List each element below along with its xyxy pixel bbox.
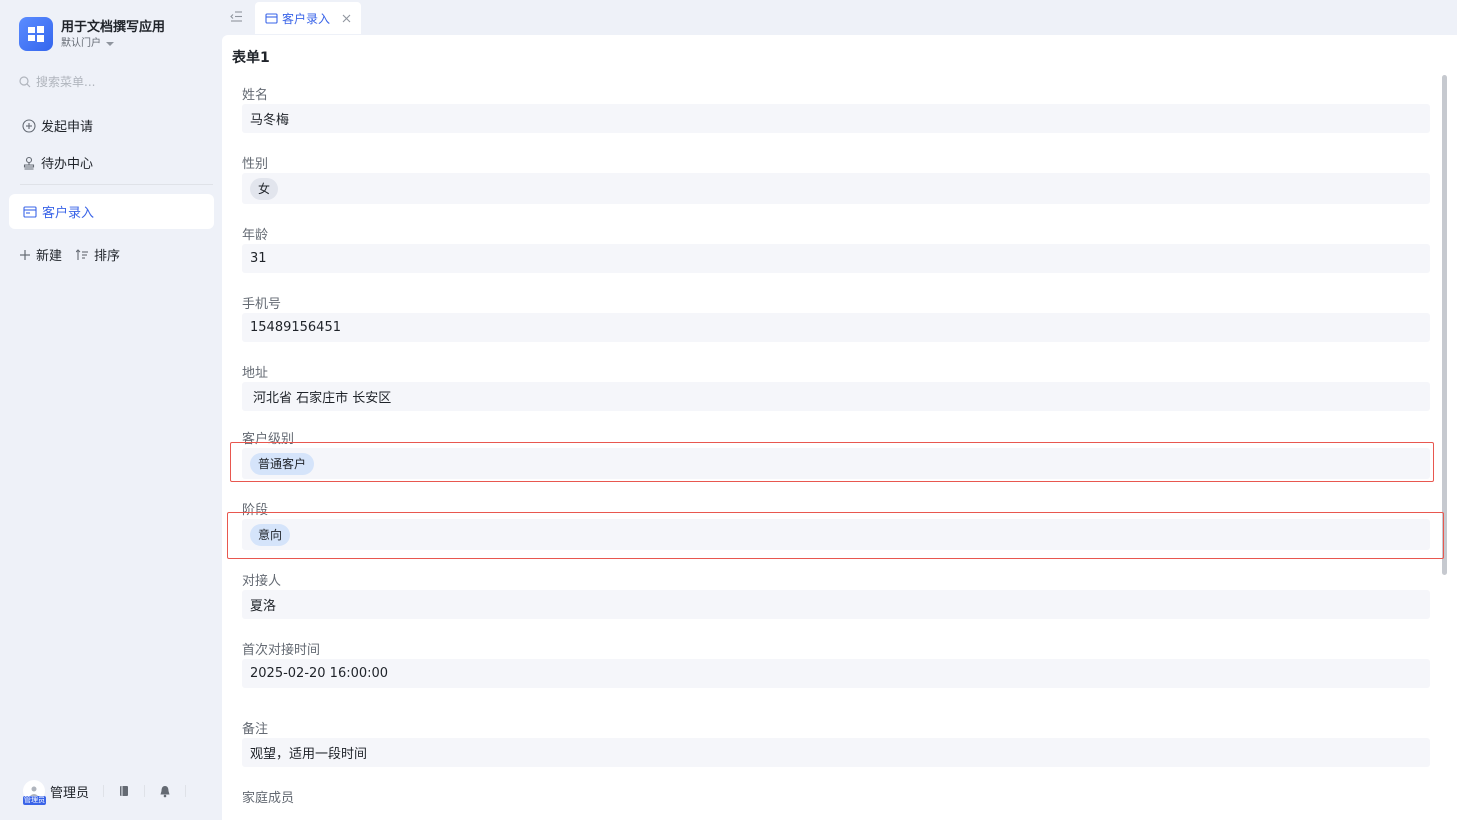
sidebar-item-todo[interactable]: 待办中心 xyxy=(22,153,93,172)
app-title: 用于文档撰写应用 xyxy=(61,20,166,35)
contact-value: 夏洛 xyxy=(250,599,277,614)
field-label-contact: 对接人 xyxy=(242,574,282,589)
name-field[interactable]: 马冬梅 xyxy=(242,104,1430,133)
field-label-family: 家庭成员 xyxy=(242,791,295,806)
sort-button-label: 排序 xyxy=(94,249,121,264)
tab-label: 客户录入 xyxy=(282,11,331,26)
plus-circle-icon xyxy=(22,118,36,133)
address-field[interactable]: 河北省 石家庄市 长安区 xyxy=(242,382,1430,411)
form-title: 表单1 xyxy=(232,50,270,66)
form-panel: 表单1 姓名 马冬梅 性别 女 年龄 31 手机号 15489156451 地址… xyxy=(222,35,1457,820)
footer-divider xyxy=(103,785,105,797)
scrollbar[interactable] xyxy=(1442,75,1447,575)
sort-button[interactable]: 排序 xyxy=(76,245,120,264)
remark-field[interactable]: 观望，适用一段时间 xyxy=(242,738,1430,767)
gender-field[interactable]: 女 xyxy=(242,173,1430,204)
tab-bar: 客户录入 xyxy=(222,0,1457,34)
gender-tag: 女 xyxy=(250,177,279,200)
first-contact-time-value: 2025-02-20 16:00:00 xyxy=(250,666,389,681)
customer-level-field[interactable]: 普通客户 xyxy=(242,448,1430,479)
customer-level-tag: 普通客户 xyxy=(250,452,315,475)
age-field[interactable]: 31 xyxy=(242,244,1430,273)
phone-value: 15489156451 xyxy=(250,320,341,335)
field-label-remark: 备注 xyxy=(242,722,269,737)
plus-icon xyxy=(20,249,30,260)
sidebar: 用于文档撰写应用 默认门户 搜索菜单... 发起申请 待办中心 客户录入 新建 … xyxy=(0,0,222,820)
app-header[interactable]: 用于文档撰写应用 默认门户 xyxy=(19,17,165,51)
sort-icon xyxy=(76,248,89,260)
sidebar-item-apply[interactable]: 发起申请 xyxy=(22,116,93,135)
field-label-age: 年龄 xyxy=(242,228,269,243)
form-icon xyxy=(265,12,278,24)
contact-field[interactable]: 夏洛 xyxy=(242,590,1430,619)
book-icon[interactable] xyxy=(118,785,130,797)
sidebar-item-customer-entry[interactable]: 客户录入 xyxy=(9,194,214,229)
search-placeholder: 搜索菜单... xyxy=(36,75,96,89)
sidebar-item-label: 客户录入 xyxy=(42,206,95,221)
menu-search[interactable]: 搜索菜单... xyxy=(19,73,95,90)
address-value: 河北省 石家庄市 长安区 xyxy=(253,391,392,406)
windows-grid-icon xyxy=(19,17,53,51)
field-label-first-time: 首次对接时间 xyxy=(242,643,321,658)
tab-customer-entry[interactable]: 客户录入 xyxy=(255,2,361,34)
stage-tag: 意向 xyxy=(250,523,291,546)
form-icon xyxy=(23,205,37,218)
sidebar-actions: 新建 排序 xyxy=(19,245,120,264)
bell-icon[interactable] xyxy=(159,785,171,798)
field-label-level: 客户级别 xyxy=(242,432,295,447)
remark-value: 观望，适用一段时间 xyxy=(250,747,368,762)
avatar-role-tag: 管理员 xyxy=(23,796,46,805)
user-name[interactable]: 管理员 xyxy=(50,782,89,801)
field-label-stage: 阶段 xyxy=(242,503,269,518)
sidebar-item-label: 待办中心 xyxy=(41,157,94,172)
sidebar-item-label: 发起申请 xyxy=(41,120,94,135)
phone-field[interactable]: 15489156451 xyxy=(242,313,1430,342)
age-value: 31 xyxy=(250,251,267,266)
sidebar-footer: 管理员 管理员 xyxy=(23,780,200,805)
stage-field[interactable]: 意向 xyxy=(242,519,1430,550)
sidebar-divider xyxy=(20,184,213,185)
caret-down-icon xyxy=(106,42,114,46)
new-button-label: 新建 xyxy=(36,249,63,264)
avatar[interactable]: 管理员 xyxy=(23,780,46,805)
collapse-sidebar-icon[interactable] xyxy=(230,11,243,22)
close-icon[interactable] xyxy=(342,14,351,23)
field-label-name: 姓名 xyxy=(242,88,269,103)
first-contact-time-field[interactable]: 2025-02-20 16:00:00 xyxy=(242,659,1430,688)
name-value: 马冬梅 xyxy=(250,113,290,128)
footer-divider xyxy=(144,785,146,797)
field-label-phone: 手机号 xyxy=(242,297,282,312)
footer-divider xyxy=(185,785,187,797)
search-icon xyxy=(19,75,31,87)
portal-label: 默认门户 xyxy=(61,38,101,49)
new-button[interactable]: 新建 xyxy=(19,245,62,264)
portal-selector[interactable]: 默认门户 xyxy=(61,37,165,51)
stamp-icon xyxy=(23,156,35,170)
field-label-address: 地址 xyxy=(242,366,269,381)
field-label-gender: 性别 xyxy=(242,157,269,172)
